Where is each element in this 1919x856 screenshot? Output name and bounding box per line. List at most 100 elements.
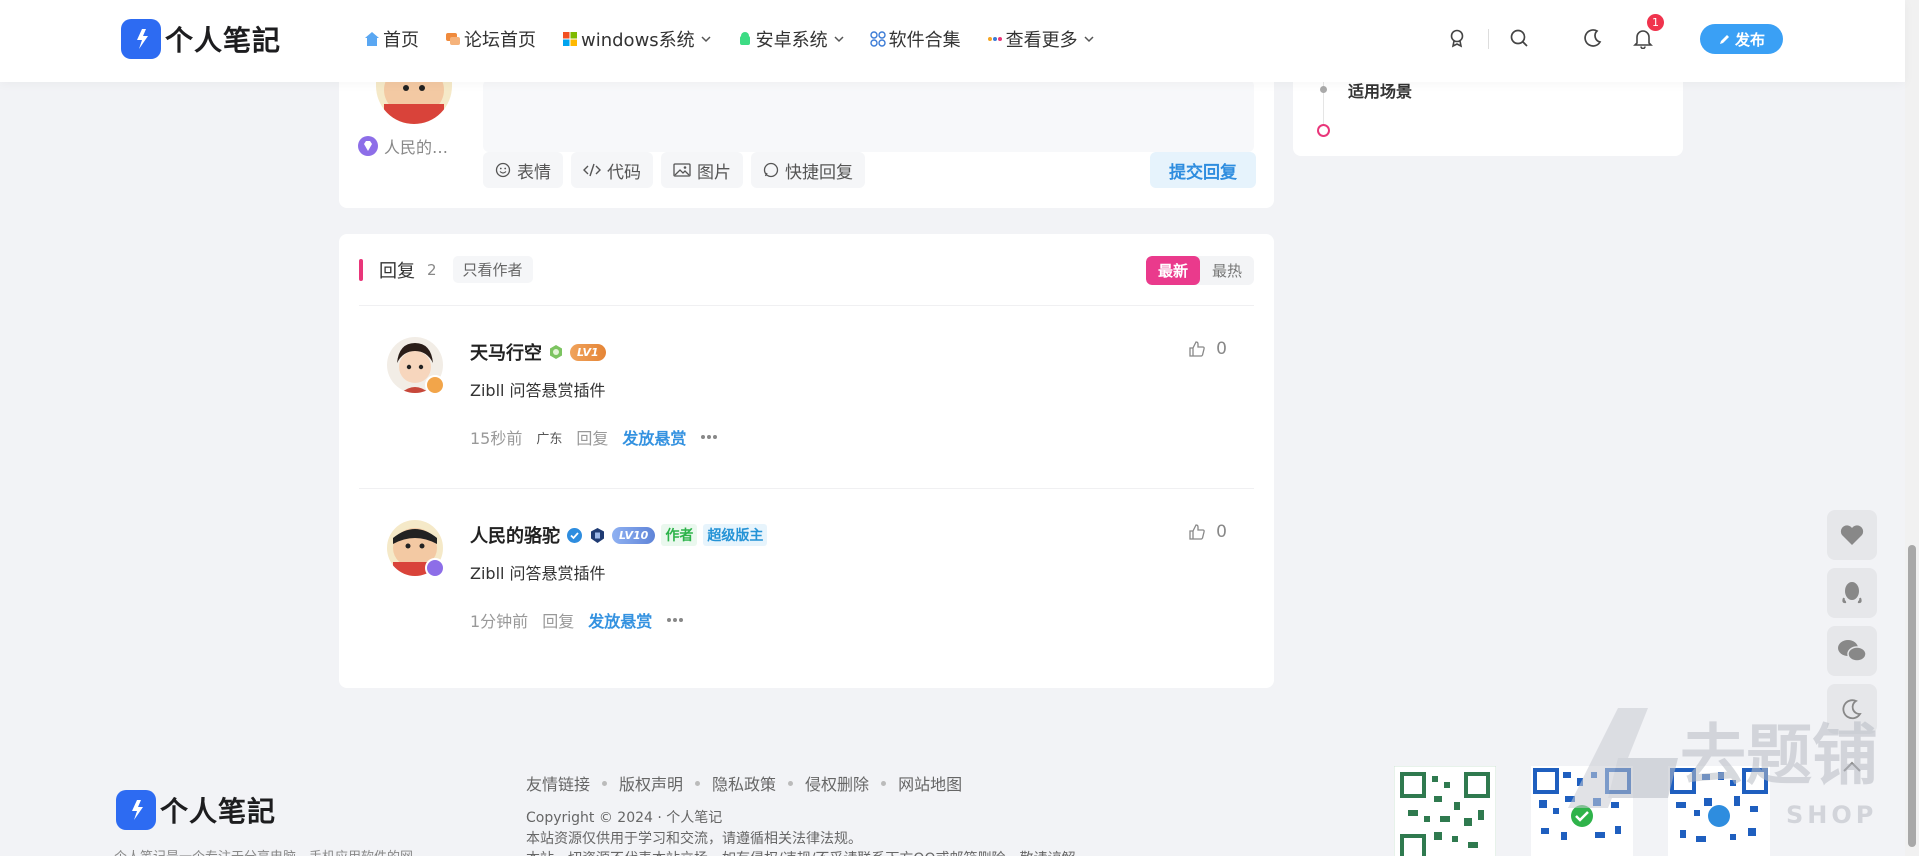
comments-title: 回复 [379,260,415,282]
main-nav: 首页 论坛首页 windows系统 安卓系统 软件合集 查看更多 [364,26,1094,52]
image-icon [673,163,691,177]
footer-link[interactable]: 隐私政策 [712,771,776,795]
current-user-member: 人民的… [358,134,448,158]
nav-label: 首页 [383,30,419,51]
watermark-text: 去题铺 [1680,717,1878,794]
favorite-button[interactable] [1827,510,1877,560]
footer-notice-2: 本站一切资源不代表本站立场，如有侵权/违规/不妥请联系下方QQ或邮箱删除，敬请谅… [526,848,1089,856]
search-icon[interactable] [1508,27,1530,49]
footer-link[interactable]: 侵权删除 [805,771,869,795]
comment-item: 人民的骆驼 LV10 作者 超级版主 Zibll 问答悬赏插件 1分钟前 回复 … [339,520,1274,660]
submit-reply-button[interactable]: 提交回复 [1150,152,1256,188]
comment-item: 天马行空 LV1 Zibll 问答悬赏插件 15秒前 广东 回复 发放悬赏 0 [339,337,1274,477]
code-label: 代码 [607,162,641,183]
like-count: 0 [1216,522,1227,542]
current-user-name: 人民的… [384,138,449,157]
divider [359,305,1254,306]
footer-logo[interactable]: 个人笔記 [116,790,276,830]
dot [695,780,701,786]
reply-link[interactable]: 回复 [542,608,574,632]
toc-current-marker [1317,124,1330,137]
more-options-icon[interactable] [700,434,718,440]
watermark-sub: SHOP [1786,801,1877,829]
bell-icon[interactable] [1632,27,1654,49]
chat-bubble-icon [763,162,779,178]
quick-reply-label: 快捷回复 [785,162,853,183]
like-button[interactable]: 0 [1188,339,1227,359]
copyright: Copyright © 2024 · 个人笔记 [526,810,723,826]
emoji-label: 表情 [517,162,551,183]
comment-text: Zibll 问答悬赏插件 [470,381,606,400]
logo-mark-icon [116,790,156,830]
dot [788,780,794,786]
sort-hot-tab[interactable]: 最热 [1200,256,1254,285]
comment-author-row: 天马行空 LV1 [470,339,606,365]
reward-link[interactable]: 发放悬赏 [588,608,652,632]
logo-mark-icon [121,19,161,59]
scrollbar-thumb[interactable] [1908,545,1916,847]
more-options-icon[interactable] [666,617,684,623]
nav-label: 论坛首页 [464,30,536,51]
reply-link[interactable]: 回复 [576,425,608,449]
dot [602,780,608,786]
sort-toggle: 最新 最热 [1145,256,1254,285]
comment-time: 15秒前 [470,429,523,448]
comment-author-name[interactable]: 天马行空 [470,339,542,365]
site-logo[interactable]: 个人笔記 [121,19,281,59]
footer-logo-text: 个人笔記 [160,795,277,828]
nav-item-apps[interactable]: 软件合集 [869,26,961,52]
more-dots-icon [987,37,1002,41]
android-icon [739,32,750,45]
comment-time: 1分钟前 [470,612,529,631]
author-tag: 作者 [661,524,698,546]
nav-item-android[interactable]: 安卓系统 [737,26,844,52]
comments-count: 2 [427,260,437,279]
nav-item-more[interactable]: 查看更多 [987,26,1094,52]
level-badge: LV10 [612,526,656,544]
badge-icon[interactable] [1446,27,1468,49]
emoji-button[interactable]: 表情 [483,152,563,188]
code-button[interactable]: 代码 [571,152,653,188]
reply-textarea[interactable] [483,80,1254,152]
moderator-tag: 超级版主 [703,524,768,546]
apps-icon [869,31,886,47]
publish-label: 发布 [1734,30,1765,49]
nav-item-forum[interactable]: 论坛首页 [445,26,536,52]
like-button[interactable]: 0 [1188,522,1227,542]
vip-diamond-badge-icon [425,558,445,578]
watermark-logo: 去题铺 SHOP [1548,698,1888,833]
comment-author-name[interactable]: 人民的骆驼 [470,522,560,548]
footer-link[interactable]: 友情链接 [526,771,590,795]
sort-latest-tab[interactable]: 最新 [1145,256,1200,285]
only-author-button[interactable]: 只看作者 [452,256,533,283]
home-icon [365,32,379,46]
crown-badge-icon [425,375,445,395]
image-button[interactable]: 图片 [661,152,743,188]
qq-button[interactable] [1827,568,1877,618]
green-hexagon-badge-icon [550,345,562,359]
nav-item-windows[interactable]: windows系统 [562,26,711,52]
nav-item-home[interactable]: 首页 [364,26,419,52]
footer-notice: 本站资源仅供用于学习和交流，请遵循相关法律法规。 [526,831,862,847]
heart-icon [1840,525,1864,545]
quick-reply-button[interactable]: 快捷回复 [751,152,865,188]
editor-toolbar: 表情 代码 图片 快捷回复 [483,152,865,188]
footer-link[interactable]: 网站地图 [898,771,962,795]
qq-icon [1842,582,1862,604]
wechat-button[interactable] [1827,626,1877,676]
dot [881,780,887,786]
notification-badge: 1 [1647,14,1664,31]
comment-meta: 15秒前 广东 回复 发放悬赏 [470,425,718,449]
like-count: 0 [1216,339,1227,359]
vip-diamond-icon [358,136,378,156]
code-icon [583,163,601,177]
footer-link[interactable]: 版权声明 [619,771,683,795]
pencil-icon [1719,34,1729,44]
publish-button[interactable]: 发布 [1700,24,1783,54]
smile-icon [495,162,511,178]
reward-link[interactable]: 发放悬赏 [622,425,686,449]
footer-about: 个人笔记是一个专注于分享电脑、手机应用软件的网 [114,846,413,856]
dark-mode-icon[interactable] [1582,27,1604,49]
chevron-down-icon [834,36,844,43]
comment-location: 广东 [536,431,563,447]
